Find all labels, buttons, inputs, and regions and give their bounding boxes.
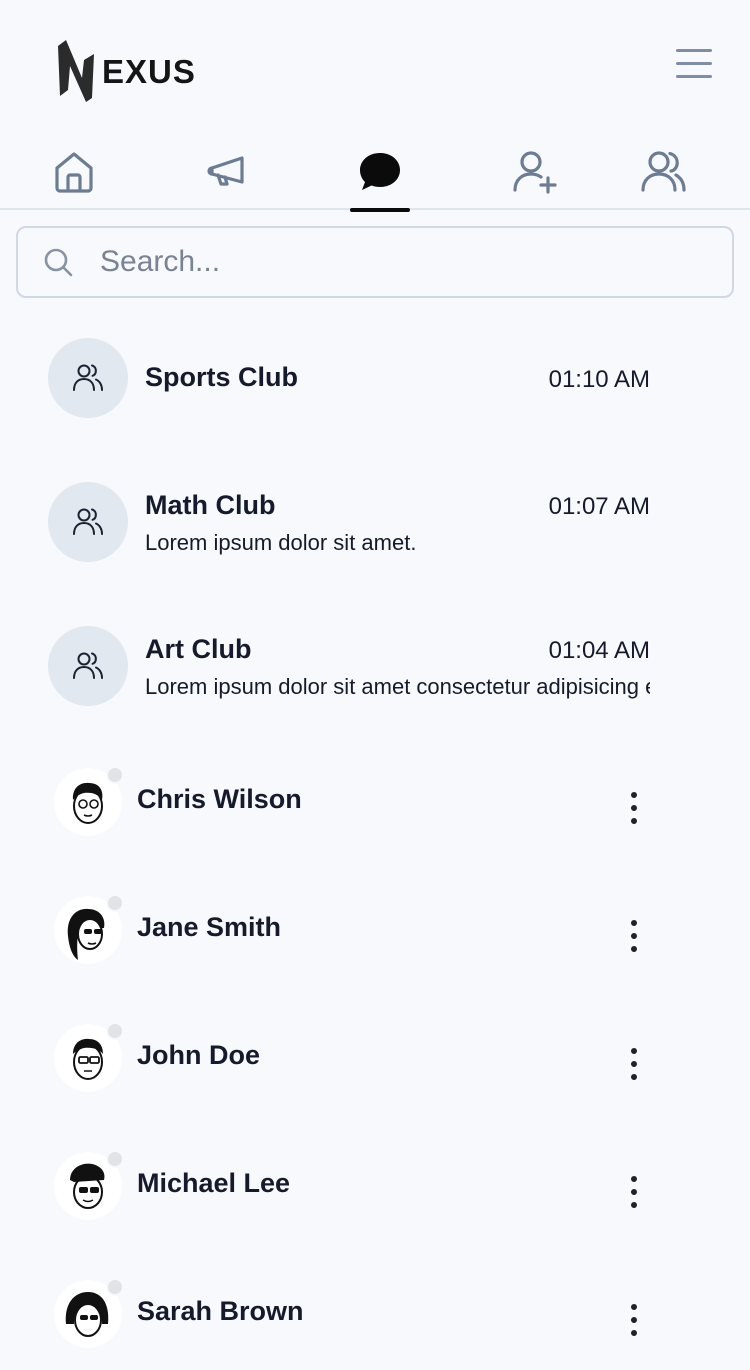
chat-icon bbox=[360, 153, 400, 190]
status-indicator bbox=[106, 894, 124, 912]
group-last-message: Lorem ipsum dolor sit amet consectetur a… bbox=[145, 674, 650, 699]
group-name: Math Club bbox=[145, 490, 276, 520]
group-time: 01:10 AM bbox=[548, 366, 650, 393]
add-user-icon bbox=[513, 151, 557, 194]
group-last-message: Lorem ipsum dolor sit amet. bbox=[145, 530, 417, 555]
logo-text: EXUS bbox=[102, 53, 196, 90]
group-name: Art Club bbox=[145, 634, 252, 664]
contact-row[interactable]: Michael Lee bbox=[0, 1150, 750, 1242]
contact-row[interactable]: Sarah Brown bbox=[0, 1278, 750, 1370]
home-icon bbox=[55, 152, 93, 193]
status-indicator bbox=[106, 766, 124, 784]
search-icon bbox=[44, 248, 73, 277]
tab-home[interactable] bbox=[44, 142, 104, 202]
contact-name: Michael Lee bbox=[137, 1168, 291, 1198]
search-input[interactable] bbox=[98, 240, 698, 284]
app-logo[interactable]: EXUS bbox=[54, 38, 196, 104]
contact-name: Chris Wilson bbox=[137, 784, 302, 814]
tab-friends[interactable] bbox=[634, 142, 694, 202]
tab-add-friend[interactable] bbox=[504, 142, 564, 202]
contact-name: Sarah Brown bbox=[137, 1296, 304, 1326]
group-icon bbox=[73, 364, 103, 391]
group-time: 01:07 AM bbox=[548, 493, 650, 520]
contact-row[interactable]: Chris Wilson bbox=[0, 766, 750, 858]
hamburger-menu-icon[interactable] bbox=[676, 49, 712, 79]
more-options-icon[interactable] bbox=[620, 920, 648, 952]
users-icon bbox=[641, 151, 686, 192]
logo-mark-icon bbox=[58, 40, 94, 102]
group-name: Sports Club bbox=[145, 362, 298, 392]
tab-announcements[interactable] bbox=[198, 142, 258, 202]
contact-row[interactable]: John Doe bbox=[0, 1022, 750, 1114]
contact-name: John Doe bbox=[137, 1040, 261, 1070]
more-options-icon[interactable] bbox=[620, 1048, 648, 1080]
more-options-icon[interactable] bbox=[620, 792, 648, 824]
group-chat-row[interactable]: Math Club 01:07 AM Lorem ipsum dolor sit… bbox=[0, 482, 750, 582]
group-avatar bbox=[48, 482, 128, 562]
group-icon bbox=[73, 508, 103, 535]
status-indicator bbox=[106, 1150, 124, 1168]
status-indicator bbox=[106, 1278, 124, 1296]
more-options-icon[interactable] bbox=[620, 1176, 648, 1208]
search-box[interactable] bbox=[16, 226, 734, 298]
megaphone-icon bbox=[207, 156, 244, 186]
group-chat-row[interactable]: Art Club 01:04 AM Lorem ipsum dolor sit … bbox=[0, 626, 750, 726]
status-indicator bbox=[106, 1022, 124, 1040]
group-icon bbox=[73, 652, 103, 679]
contact-row[interactable]: Jane Smith bbox=[0, 894, 750, 986]
app-header: EXUS bbox=[0, 0, 750, 130]
group-avatar bbox=[48, 338, 128, 418]
group-avatar bbox=[48, 626, 128, 706]
contact-name: Jane Smith bbox=[137, 912, 282, 942]
tab-chat[interactable] bbox=[350, 142, 410, 212]
group-time: 01:04 AM bbox=[548, 637, 650, 664]
more-options-icon[interactable] bbox=[620, 1304, 648, 1336]
group-chat-row[interactable]: Sports Club 01:10 AM bbox=[0, 338, 750, 438]
tab-bar bbox=[0, 130, 750, 212]
